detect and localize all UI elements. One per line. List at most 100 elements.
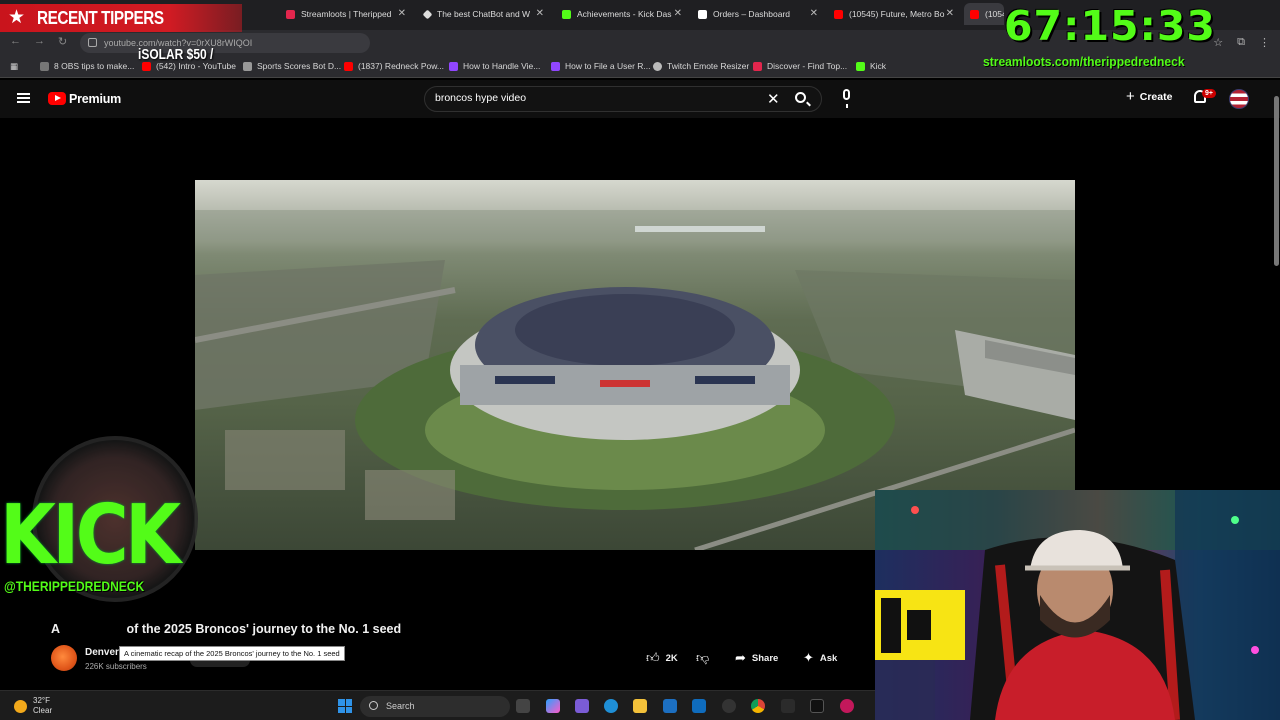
ask-label: Ask <box>819 652 838 664</box>
copilot-icon[interactable] <box>546 699 560 713</box>
bookmark-label: Discover - Find Top... <box>767 61 848 71</box>
share-label: Share <box>751 652 779 664</box>
bookmark-icon <box>40 61 49 71</box>
teams-icon[interactable] <box>575 699 589 713</box>
obs-icon[interactable] <box>722 699 736 713</box>
youtube-icon <box>970 9 979 19</box>
taskbar-search[interactable]: Search <box>360 696 510 717</box>
dislike-button[interactable]: 👎︎ <box>696 650 709 666</box>
kick-overlay-logo: KICK @THERIPPEDREDNECK <box>0 436 222 626</box>
bookmark-redneck-power[interactable]: (1837) Redneck Pow... <box>344 61 444 71</box>
bookmark-discover[interactable]: Discover - Find Top... <box>753 61 847 71</box>
file-explorer-icon[interactable] <box>633 699 647 713</box>
chrome-icon[interactable] <box>751 699 765 713</box>
streamer-webcam-image <box>875 490 1280 720</box>
tab-achievements[interactable]: Achievements - Kick Das ✕ <box>556 3 686 25</box>
close-icon[interactable]: ✕ <box>946 8 954 19</box>
task-view-icon[interactable] <box>516 699 530 713</box>
youtube-logo-icon[interactable] <box>48 92 66 105</box>
orders-icon <box>698 9 707 19</box>
store-icon[interactable] <box>663 699 677 713</box>
like-button[interactable]: 👍︎ 2K <box>646 650 678 666</box>
tab-label: (10545) Future, Metro Bo <box>849 9 945 19</box>
bookmark-label: Twitch Emote Resizer <box>667 61 750 71</box>
bookmark-label: 8 OBS tips to make... <box>54 61 135 71</box>
tab-orders[interactable]: Orders – Dashboard ✕ <box>692 3 822 25</box>
create-button[interactable]: + Create <box>1126 88 1172 105</box>
search-icon[interactable] <box>795 92 806 103</box>
search-box: ✕ <box>424 86 822 112</box>
close-icon[interactable]: ✕ <box>536 8 544 19</box>
bookmark-kick[interactable]: Kick <box>856 61 886 71</box>
subathon-timer: 67:15:33 <box>1004 2 1216 50</box>
page-scrollbar[interactable] <box>1274 96 1279 266</box>
windows-start-icon[interactable] <box>338 699 352 713</box>
search-input[interactable] <box>435 92 755 104</box>
taskbar-search-label: Search <box>386 701 415 711</box>
share-arrow-icon: ➦ <box>735 650 746 665</box>
share-button[interactable]: ➦ Share <box>735 650 778 666</box>
microphone-icon[interactable] <box>843 89 850 108</box>
bookmark-emote-resizer[interactable]: Twitch Emote Resizer <box>653 61 749 71</box>
bookmark-label: Kick <box>870 61 887 71</box>
tab-label: Orders – Dashboard <box>713 9 791 19</box>
channel-name[interactable]: Denver <box>85 647 119 658</box>
bookmark-file-user-report[interactable]: How to File a User R... <box>551 61 651 71</box>
weather-widget[interactable]: 32°F Clear <box>14 696 52 716</box>
plus-icon: + <box>1126 88 1135 105</box>
edge-icon[interactable] <box>604 699 618 713</box>
tab-label: Achievements - Kick Das <box>577 9 672 19</box>
tab-streamloots[interactable]: Streamloots | Theripped ✕ <box>280 3 410 25</box>
notification-count-badge: 9+ <box>1202 89 1216 98</box>
site-info-icon[interactable] <box>88 38 97 47</box>
discover-icon <box>753 61 762 71</box>
tab-chatbot[interactable]: The best ChatBot and W ✕ <box>418 3 548 25</box>
recent-tippers-banner: ★ RECENT TIPPERS <box>0 4 242 32</box>
tab-label: Streamloots | Theripped <box>301 9 392 19</box>
terminal-icon[interactable] <box>810 699 824 713</box>
youtube-premium-label[interactable]: Premium <box>69 92 121 106</box>
youtube-icon <box>344 61 353 71</box>
bookmark-label: Sports Scores Bot D... <box>257 61 342 71</box>
apps-grid-icon[interactable]: ▦ <box>10 61 18 72</box>
bookmark-sports-scores[interactable]: Sports Scores Bot D... <box>243 61 341 71</box>
close-icon[interactable]: ✕ <box>398 8 406 19</box>
ask-button[interactable]: ✦ Ask <box>803 650 837 666</box>
channel-avatar[interactable] <box>51 645 77 671</box>
kick-wordmark: KICK <box>0 488 181 583</box>
twitch-icon <box>551 61 560 71</box>
kick-icon <box>856 61 865 71</box>
browser-toolbar-icons: ☆ ⧉ ⋮ <box>1213 36 1270 49</box>
subscriber-count: 226K subscribers <box>85 662 147 671</box>
music-app-icon[interactable] <box>840 699 854 713</box>
recent-tippers-title: RECENT TIPPERS <box>37 8 164 28</box>
close-icon[interactable]: ✕ <box>674 8 682 19</box>
globe-icon <box>243 61 252 71</box>
tab-youtube-active[interactable]: (10545 <box>964 3 1004 25</box>
twitch-icon <box>449 61 458 71</box>
sparkle-icon: ✦ <box>803 650 814 665</box>
reload-icon[interactable]: ↻ <box>58 35 67 48</box>
search-icon <box>369 701 378 710</box>
streamloots-url: streamloots.com/therippedredneck <box>983 54 1185 69</box>
streamloots-icon <box>286 9 295 19</box>
kick-handle: @THERIPPEDREDNECK <box>4 578 145 594</box>
bookmark-handle-viewers[interactable]: How to Handle Vie... <box>449 61 540 71</box>
tab-youtube-music[interactable]: (10545) Future, Metro Bo ✕ <box>828 3 958 25</box>
bookmark-label: How to Handle Vie... <box>463 61 541 71</box>
app-icon[interactable] <box>781 699 795 713</box>
outlook-icon[interactable] <box>692 699 706 713</box>
account-avatar[interactable] <box>1229 89 1249 109</box>
clear-search-icon[interactable]: ✕ <box>767 90 780 108</box>
forward-icon[interactable]: → <box>34 35 45 47</box>
menu-icon[interactable]: ⋮ <box>1259 36 1270 49</box>
back-icon[interactable]: ← <box>10 35 21 47</box>
bookmark-obs-tips[interactable]: 8 OBS tips to make... <box>40 61 134 71</box>
extensions-icon[interactable]: ⧉ <box>1237 36 1245 49</box>
like-count: 2K <box>665 652 678 664</box>
url-field[interactable]: youtube.com/watch?v=0rXU8rWIQOI <box>80 33 370 53</box>
temperature: 32°F <box>33 696 50 705</box>
kick-icon <box>562 9 571 19</box>
hamburger-menu-icon[interactable] <box>17 93 30 103</box>
close-icon[interactable]: ✕ <box>810 8 818 19</box>
